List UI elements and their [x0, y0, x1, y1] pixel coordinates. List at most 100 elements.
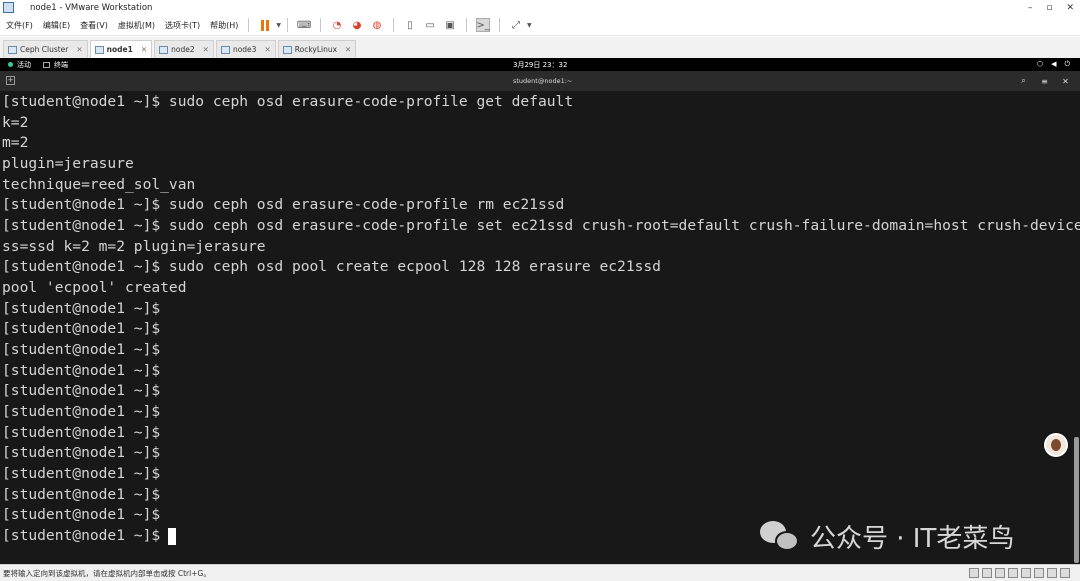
tab-node3[interactable]: node3 ✕ [215, 40, 276, 58]
panel-clock[interactable]: 3月29日 23：32 [513, 60, 567, 70]
new-tab-icon[interactable]: + [6, 76, 15, 85]
library-view-icon[interactable]: ▯ [403, 18, 417, 32]
terminal-output[interactable]: [student@node1 ~]$ sudo ceph osd erasure… [0, 91, 1080, 564]
tab-close-icon[interactable]: ✕ [264, 45, 270, 54]
menu-file[interactable]: 文件(F) [0, 20, 37, 31]
send-keys-icon[interactable]: ⌨ [297, 18, 311, 32]
network-adapter-icon[interactable] [995, 568, 1005, 578]
terminal-line: [student@node1 ~]$ [2, 506, 161, 523]
window-title: node1 - VMware Workstation [30, 2, 153, 13]
terminal-line: [student@node1 ~]$ [2, 465, 161, 482]
thumbnail-view-icon[interactable]: ▣ [443, 18, 457, 32]
menu-edit[interactable]: 编辑(E) [37, 20, 74, 31]
tab-close-icon[interactable]: ✕ [345, 45, 351, 54]
printer-icon[interactable] [1034, 568, 1044, 578]
single-window-icon[interactable]: ▭ [423, 18, 437, 32]
menu-vm[interactable]: 虚拟机(M) [112, 20, 159, 31]
snapshot-manager-icon[interactable]: ◍ [370, 18, 384, 32]
window-title-bar: node1 - VMware Workstation – ▫ ✕ [0, 0, 1080, 15]
menu-tabs[interactable]: 选项卡(T) [159, 20, 204, 31]
terminal-scrollbar[interactable] [1074, 437, 1079, 563]
tab-node1[interactable]: node1 ✕ [89, 40, 153, 58]
message-icon[interactable] [1060, 568, 1070, 578]
tab-node2[interactable]: node2 ✕ [154, 40, 214, 58]
terminal-line: [student@node1 ~]$ [2, 424, 161, 441]
terminal-prompt: [student@node1 ~]$ [2, 527, 161, 544]
terminal-close-icon[interactable]: ✕ [1059, 75, 1072, 87]
sound-icon[interactable] [1021, 568, 1031, 578]
vm-tab-bar: Ceph Cluster ✕ node1 ✕ node2 ✕ node3 ✕ R… [0, 37, 1080, 58]
device-status-icons [969, 568, 1070, 578]
tab-close-icon[interactable]: ✕ [203, 45, 209, 54]
pause-icon[interactable] [258, 18, 272, 32]
vmware-app-icon [3, 2, 14, 13]
minimize-button[interactable]: – [1028, 3, 1033, 13]
terminal-icon [43, 61, 50, 68]
app-menu-label: 终端 [54, 60, 68, 69]
terminal-line: [student@node1 ~]$ sudo ceph osd erasure… [2, 217, 1080, 234]
usb-icon[interactable] [1008, 568, 1018, 578]
avatar-icon [1051, 439, 1061, 451]
toolbar-separator [466, 18, 468, 32]
maximize-button[interactable]: ▫ [1046, 3, 1052, 13]
revert-snapshot-icon[interactable]: ◕ [350, 18, 364, 32]
terminal-line: [student@node1 ~]$ sudo ceph osd erasure… [2, 93, 574, 110]
menu-icon[interactable]: ≡ [1038, 75, 1051, 87]
toolbar-separator [320, 18, 322, 32]
snapshot-icon[interactable]: ◔ [330, 18, 344, 32]
status-bar: 要将输入定向到该虚拟机，请在虚拟机内部单击或按 Ctrl+G。 [0, 564, 1080, 581]
toolbar-separator [287, 18, 289, 32]
fullscreen-icon[interactable]: ⤢ [509, 18, 523, 32]
app-menu-terminal[interactable]: 终端 [43, 60, 68, 70]
floating-avatar[interactable] [1044, 433, 1068, 457]
console-view-icon[interactable]: >_ [476, 18, 491, 32]
activities-button[interactable]: 活动 [8, 60, 31, 70]
cdrom-icon[interactable] [982, 568, 992, 578]
terminal-line: plugin=jerasure [2, 155, 134, 172]
terminal-line: m=2 [2, 134, 29, 151]
search-icon[interactable]: ⌕ [1017, 75, 1030, 87]
toolbar-separator [499, 18, 501, 32]
display-icon[interactable] [1047, 568, 1057, 578]
vm-icon [159, 45, 169, 54]
tab-rockylinux[interactable]: RockyLinux ✕ [277, 40, 357, 58]
terminal-header-bar: + student@node1:~ ⌕ ≡ ✕ [0, 71, 1080, 91]
folder-icon [8, 45, 17, 54]
tab-label: node3 [232, 45, 257, 54]
tab-label: node2 [171, 45, 195, 54]
terminal-header-buttons: ⌕ ≡ ✕ [1017, 75, 1072, 87]
system-tray[interactable]: ⬡ ◀ ⏻ [1037, 60, 1070, 69]
status-text: 要将输入定向到该虚拟机，请在虚拟机内部单击或按 Ctrl+G。 [3, 568, 211, 578]
wechat-logo-icon [760, 520, 800, 553]
pause-dropdown-icon[interactable]: ▼ [276, 22, 281, 29]
tab-label: RockyLinux [294, 45, 338, 54]
terminal-line: [student@node1 ~]$ [2, 341, 161, 358]
terminal-line: [student@node1 ~]$ [2, 486, 161, 503]
terminal-line: [student@node1 ~]$ [2, 362, 161, 379]
hdd-icon[interactable] [969, 568, 979, 578]
tab-label: Ceph Cluster [20, 45, 69, 54]
window-controls: – ▫ ✕ [1028, 0, 1074, 15]
gnome-top-panel: 活动 终端 3月29日 23：32 ⬡ ◀ ⏻ [0, 58, 1080, 71]
terminal-line: [student@node1 ~]$ [2, 300, 161, 317]
terminal-line: k=2 [2, 114, 29, 131]
tab-close-icon[interactable]: ✕ [141, 45, 147, 54]
tab-close-icon[interactable]: ✕ [76, 45, 82, 54]
terminal-line: pool 'ecpool' created [2, 279, 187, 296]
toolbar-separator [248, 18, 250, 32]
terminal-line: technique=reed_sol_van [2, 176, 196, 193]
terminal-prompt-line[interactable]: [student@node1 ~]$ [2, 526, 177, 547]
wechat-watermark: 公众号 · IT老菜鸟 [760, 518, 1014, 555]
close-button[interactable]: ✕ [1066, 3, 1074, 13]
fullscreen-dropdown-icon[interactable]: ▼ [527, 22, 532, 29]
terminal-line: [student@node1 ~]$ [2, 382, 161, 399]
menu-view[interactable]: 查看(V) [74, 20, 112, 31]
tab-ceph-cluster[interactable]: Ceph Cluster ✕ [3, 40, 88, 58]
power-icon: ⏻ [1064, 60, 1070, 68]
tab-label: node1 [106, 45, 133, 54]
menu-help[interactable]: 帮助(H) [204, 20, 242, 31]
terminal-cursor [168, 527, 177, 545]
terminal-line: [student@node1 ~]$ sudo ceph osd pool cr… [2, 258, 661, 275]
terminal-line: [student@node1 ~]$ [2, 403, 161, 420]
activities-icon [8, 62, 13, 67]
